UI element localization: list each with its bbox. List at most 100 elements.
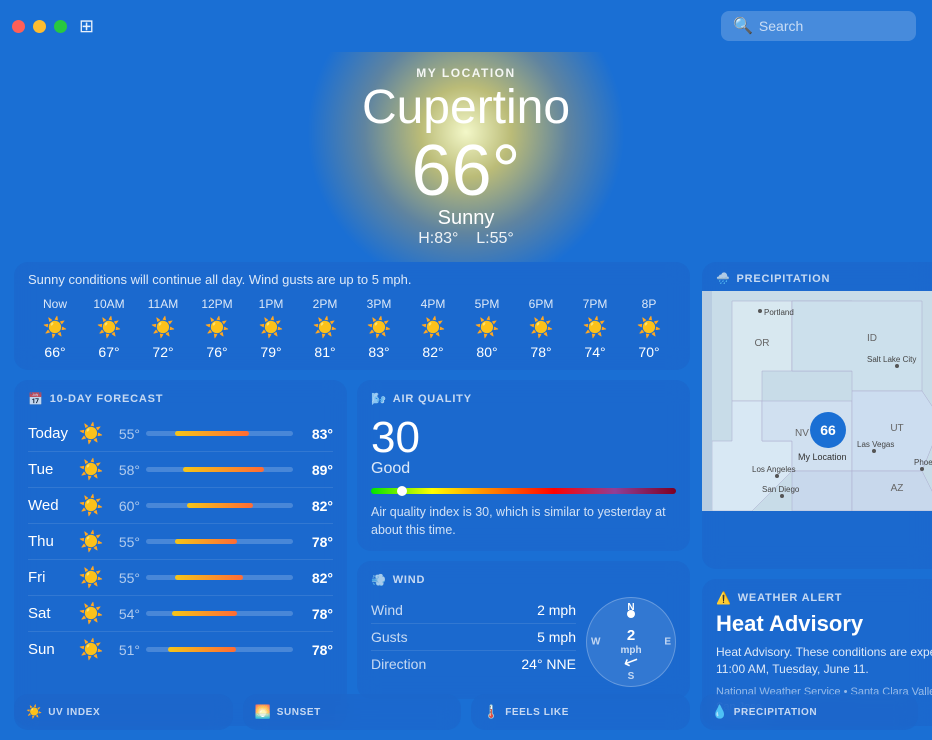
hour-label: 10AM <box>93 297 124 311</box>
mini-card[interactable]: ☀️ UV INDEX <box>14 694 233 730</box>
right-column: 🌧️ PRECIPITATION <box>702 262 932 726</box>
forecast-day: Today <box>28 425 76 442</box>
mini-cards: ☀️ UV INDEX 🌅 SUNSET 🌡️ FEELS LIKE 💧 PRE… <box>14 694 918 730</box>
hour-item: 8P ☀️ 70° <box>622 297 676 360</box>
aq-description: Air quality index is 30, which is simila… <box>371 504 676 539</box>
sidebar-toggle-icon[interactable]: ⊞ <box>79 16 94 37</box>
compass-dot <box>627 610 635 618</box>
mini-card[interactable]: 🌡️ FEELS LIKE <box>471 694 690 730</box>
hour-temp: 80° <box>476 344 497 360</box>
svg-text:Phoenix: Phoenix <box>914 458 932 467</box>
forecast-high: 89° <box>299 462 333 478</box>
temp-bar <box>175 539 237 544</box>
wind-header: 💨 WIND <box>371 573 676 587</box>
hour-icon: ☀️ <box>529 315 554 340</box>
mini-card-icon: 💧 <box>712 704 728 720</box>
svg-text:Salt Lake City: Salt Lake City <box>867 355 916 364</box>
hour-icon: ☀️ <box>367 315 392 340</box>
temp-bar-container <box>146 575 293 580</box>
forecast-day: Sun <box>28 641 76 658</box>
forecast-icon: ☀️ <box>76 565 106 590</box>
alert-description: Heat Advisory. These conditions are expe… <box>716 644 932 678</box>
wind-rows: Wind 2 mph Gusts 5 mph Direction 24° NNE <box>371 597 576 677</box>
search-input[interactable] <box>759 18 904 34</box>
wind-row: Direction 24° NNE <box>371 650 576 677</box>
hour-temp: 83° <box>368 344 389 360</box>
mini-card[interactable]: 🌅 SUNSET <box>243 694 462 730</box>
wind-icon: 💨 <box>371 573 387 587</box>
precip-icon: 🌧️ <box>716 272 731 285</box>
aq-icon: 🌬️ <box>371 392 387 406</box>
hour-temp: 72° <box>152 344 173 360</box>
temp-bar-container <box>146 647 293 652</box>
hour-item: 1PM ☀️ 79° <box>244 297 298 360</box>
forecast-low: 55° <box>106 570 140 586</box>
hourly-summary: Sunny conditions will continue all day. … <box>28 272 676 287</box>
mini-card[interactable]: 💧 PRECIPITATION <box>700 694 919 730</box>
temp-bar-container <box>146 503 293 508</box>
hour-item: Now ☀️ 66° <box>28 297 82 360</box>
hero-low: L:55° <box>476 230 514 247</box>
bottom-row: 📅 10-DAY FORECAST Today ☀️ 55° 83° Tue ☀… <box>14 380 690 726</box>
map-svg: OR ID NV UT AZ Portland Salt Lake City L… <box>702 291 932 511</box>
hero-temperature: 66° <box>412 135 521 207</box>
hour-label: 11AM <box>148 297 178 311</box>
search-bar[interactable]: 🔍 <box>721 11 916 41</box>
mini-card-label: PRECIPITATION <box>734 707 818 718</box>
temp-bar-container <box>146 431 293 436</box>
forecast-day: Thu <box>28 533 76 550</box>
hour-icon: ☀️ <box>151 315 176 340</box>
aq-number: 30 <box>371 416 676 460</box>
hourly-card: Sunny conditions will continue all day. … <box>14 262 690 370</box>
svg-text:Los Angeles: Los Angeles <box>752 465 796 474</box>
svg-text:ID: ID <box>867 333 877 344</box>
mini-card-icon: 🌅 <box>255 704 271 720</box>
forecast-row: Wed ☀️ 60° 82° <box>28 487 333 523</box>
forecast-high: 78° <box>299 606 333 622</box>
hour-temp: 67° <box>98 344 119 360</box>
forecast-day: Wed <box>28 497 76 514</box>
forecast-low: 54° <box>106 606 140 622</box>
temp-bar-container <box>146 467 293 472</box>
alert-title: Heat Advisory <box>716 611 932 637</box>
forecast-row: Thu ☀️ 55° 78° <box>28 523 333 559</box>
forecast-icon: ☀️ <box>76 457 106 482</box>
hour-temp: 66° <box>44 344 65 360</box>
forecast-day: Sat <box>28 605 76 622</box>
mini-card-label: SUNSET <box>277 707 321 718</box>
hour-icon: ☀️ <box>259 315 284 340</box>
minimize-button[interactable] <box>33 20 46 33</box>
wind-value: 24° NNE <box>521 656 576 672</box>
hour-temp: 81° <box>314 344 335 360</box>
aq-bar <box>371 488 676 494</box>
svg-text:UT: UT <box>890 423 903 434</box>
forecast-icon: ☀️ <box>76 529 106 554</box>
hour-temp: 82° <box>422 344 443 360</box>
forecast-low: 55° <box>106 534 140 550</box>
forecast-low: 60° <box>106 498 140 514</box>
maximize-button[interactable] <box>54 20 67 33</box>
aq-label: Good <box>371 460 676 478</box>
left-column: Sunny conditions will continue all day. … <box>14 262 690 726</box>
compass-east: E <box>664 637 671 648</box>
wind-label: Wind <box>371 602 403 618</box>
forecast-day: Tue <box>28 461 76 478</box>
hour-label: 2PM <box>313 297 338 311</box>
precipitation-card: 🌧️ PRECIPITATION <box>702 262 932 569</box>
forecast-icon: ☀️ <box>76 493 106 518</box>
svg-text:OR: OR <box>755 338 770 349</box>
map-area: OR ID NV UT AZ Portland Salt Lake City L… <box>702 291 932 511</box>
hero-hi-lo: H:83° L:55° <box>418 230 514 248</box>
temp-bar <box>187 503 253 508</box>
hour-temp: 79° <box>260 344 281 360</box>
temp-bar <box>175 575 243 580</box>
search-icon: 🔍 <box>733 16 753 36</box>
mini-card-icon: ☀️ <box>26 704 42 720</box>
wind-value: 2 mph <box>537 602 576 618</box>
temp-bar-container <box>146 611 293 616</box>
mini-card-icon: 🌡️ <box>483 704 499 720</box>
forecast-high: 78° <box>299 534 333 550</box>
wind-row: Gusts 5 mph <box>371 623 576 650</box>
forecast-row: Sat ☀️ 54° 78° <box>28 595 333 631</box>
close-button[interactable] <box>12 20 25 33</box>
